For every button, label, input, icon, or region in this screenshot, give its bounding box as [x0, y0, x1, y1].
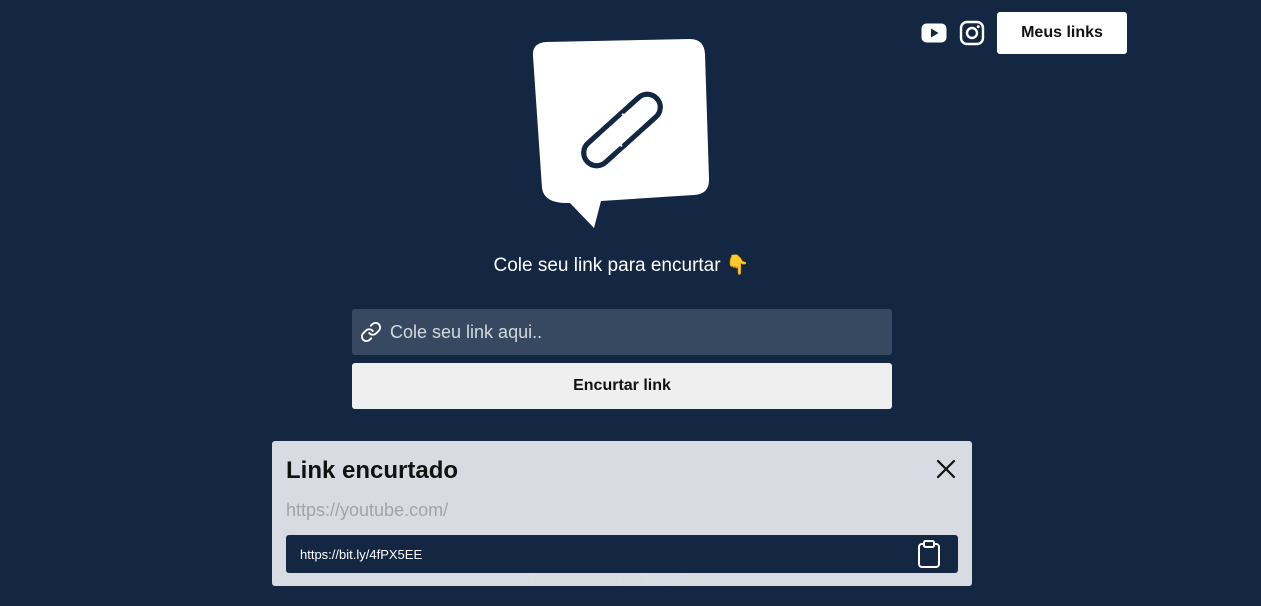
tagline: Cole seu link para encurtar 👇: [493, 255, 750, 276]
original-url: https://youtube.com/: [286, 500, 449, 520]
instagram-icon[interactable]: [959, 20, 985, 46]
youtube-icon[interactable]: [921, 20, 947, 46]
header-nav: Meus links: [921, 12, 1127, 54]
logo: [530, 38, 714, 233]
short-url[interactable]: https://bit.ly/4fPX5EE: [300, 547, 422, 562]
shorten-link-button[interactable]: Encurtar link: [352, 363, 892, 409]
short-link-box: https://bit.ly/4fPX5EE: [286, 535, 958, 573]
short-link-modal: Link encurtado https://youtube.com/ http…: [272, 441, 972, 586]
link-input[interactable]: [390, 309, 892, 355]
my-links-button[interactable]: Meus links: [997, 12, 1127, 54]
link-input-container: [352, 309, 892, 355]
page: Meus links Cole seu link para encurtar 👇: [0, 0, 1261, 606]
link-icon: [360, 321, 382, 343]
clipboard-icon[interactable]: [916, 540, 942, 568]
chain-link-icon: [532, 39, 710, 228]
close-icon[interactable]: [934, 457, 958, 481]
modal-title: Link encurtado: [286, 457, 459, 484]
